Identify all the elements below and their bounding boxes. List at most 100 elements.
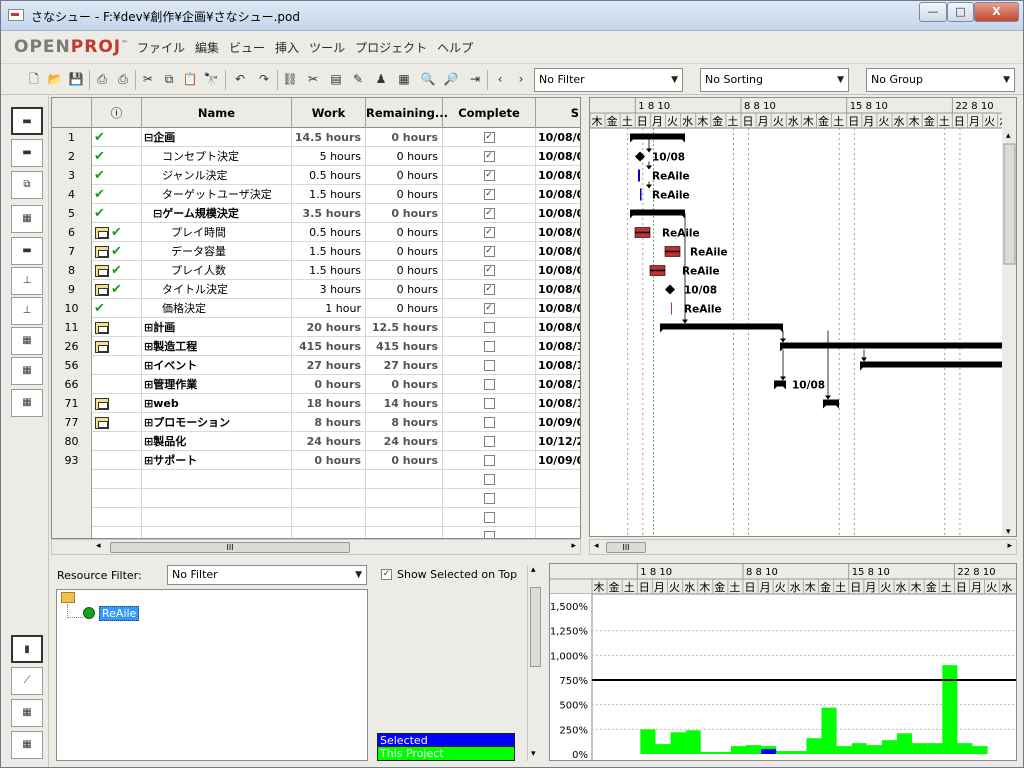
task-work[interactable]: 0.5 hours (292, 223, 366, 242)
task-start[interactable]: 10/08/01 (536, 223, 580, 242)
network-view-button[interactable]: ⧉ (11, 171, 43, 199)
task-name[interactable]: ⊞管理作業 (142, 375, 292, 394)
task-start[interactable]: 10/08/01 (536, 185, 580, 204)
summary-bar[interactable] (630, 133, 685, 140)
task-name[interactable]: ターゲットユーザ決定 (142, 185, 292, 204)
close-button[interactable]: X (974, 2, 1019, 22)
scroll-to-task-icon[interactable]: ⇥ (466, 70, 484, 88)
arrow-right-icon[interactable]: › (512, 70, 530, 88)
arrow-left-icon[interactable]: ‹ (491, 70, 509, 88)
scroll-right-icon[interactable]: ▸ (571, 541, 576, 551)
complete-checkbox[interactable]: ✓ (483, 264, 495, 276)
task-work[interactable]: 1.5 hours (292, 261, 366, 280)
table-row[interactable]: 56 ⊞イベント 27 hours 27 hours 10/08/1 (52, 356, 580, 375)
task-name[interactable]: プレイ時間 (142, 223, 292, 242)
summary-bar[interactable] (630, 209, 685, 216)
table-row[interactable]: 8 ✔ プレイ人数1.5 hours0 hours ✓ 10/08/02 (52, 261, 580, 280)
table-row[interactable]: 93 ⊞サポート 0 hours 0 hours 10/09/0 (52, 451, 580, 470)
task-remaining[interactable]: 0 hours (366, 261, 443, 280)
redo-icon[interactable]: ↷ (255, 70, 273, 88)
task-name[interactable]: ⊞プロモーション (142, 413, 292, 432)
task-work[interactable]: 3.5 hours (292, 204, 366, 223)
task-name[interactable]: ⊞web (142, 394, 292, 413)
empty-row[interactable] (52, 527, 580, 538)
empty-row[interactable] (52, 508, 580, 527)
task-work[interactable]: 0.5 hours (292, 166, 366, 185)
task-name[interactable]: ⊟企画 (142, 128, 292, 147)
task-start[interactable]: 10/08/0 (536, 318, 580, 337)
task-start[interactable]: 10/08/1 (536, 394, 580, 413)
table-row[interactable]: 80 ⊞製品化 24 hours 24 hours 10/12/2 (52, 432, 580, 451)
task-name[interactable]: ⊞計画 (142, 318, 292, 337)
task-work[interactable]: 1.5 hours (292, 185, 366, 204)
task-name[interactable]: ⊞製品化 (142, 432, 292, 451)
task-remaining[interactable]: 0 hours (366, 185, 443, 204)
task-bar[interactable] (640, 188, 642, 201)
task-name[interactable]: タイトル決定 (142, 280, 292, 299)
task-start[interactable]: 10/09/0 (536, 413, 580, 432)
complete-checkbox[interactable] (483, 492, 495, 504)
complete-checkbox[interactable]: ✓ (483, 302, 495, 314)
task-remaining[interactable]: 415 hours (366, 337, 443, 356)
task-start[interactable]: 10/08/1 (536, 356, 580, 375)
scroll-down-icon[interactable]: ▾ (531, 749, 536, 759)
complete-checkbox[interactable]: ✓ (483, 131, 495, 143)
table-row[interactable]: 66 ⊞管理作業 0 hours 0 hours 10/08/1 (52, 375, 580, 394)
complete-checkbox[interactable]: ✓ (483, 150, 495, 162)
scroll-thumb[interactable]: III (606, 542, 646, 553)
zoom-out-icon[interactable]: 🔎 (442, 70, 460, 88)
task-name[interactable]: データ容量 (142, 242, 292, 261)
task-remaining[interactable]: 0 hours (366, 166, 443, 185)
gantt-view-button[interactable]: ▬ (11, 107, 43, 135)
task-name[interactable]: プレイ人数 (142, 261, 292, 280)
table-row[interactable]: 1 ✔ ⊟企画 14.5 hours 0 hours ✓ 10/08/0 (52, 128, 580, 147)
col-complete-header[interactable]: Complete (443, 98, 536, 128)
menu-item-1[interactable]: 編集 (195, 39, 219, 56)
task-work[interactable]: 8 hours (292, 413, 366, 432)
open-folder-icon[interactable]: 📂 (46, 70, 64, 88)
scroll-up-icon[interactable]: ▴ (531, 565, 536, 575)
task-start[interactable]: 10/08/01 (536, 166, 580, 185)
scroll-thumb-v[interactable] (1003, 143, 1016, 265)
task-start[interactable]: 10/08/01 (536, 147, 580, 166)
no-subview-button[interactable]: ▦ (11, 699, 43, 727)
save-icon[interactable]: 💾 (67, 70, 85, 88)
maximize-button[interactable]: □ (947, 2, 974, 22)
task-start[interactable]: 10/12/2 (536, 432, 580, 451)
task-start[interactable]: 10/09/0 (536, 451, 580, 470)
wbs-view-button[interactable]: ⊥ (11, 267, 43, 295)
complete-checkbox[interactable]: ✓ (483, 169, 495, 181)
resource-item[interactable]: ReAile (99, 606, 140, 621)
task-start[interactable]: 10/08/1 (536, 337, 580, 356)
milestone-diamond[interactable] (665, 284, 675, 295)
task-remaining[interactable]: 24 hours (366, 432, 443, 451)
task-remaining[interactable]: 14 hours (366, 394, 443, 413)
zoom-in-icon[interactable]: 🔍 (419, 70, 437, 88)
task-work[interactable]: 27 hours (292, 356, 366, 375)
task-remaining[interactable]: 27 hours (366, 356, 443, 375)
table-row[interactable]: 10✔ 価格決定1 hour0 hours ✓ 10/08/03 (52, 299, 580, 318)
table-row[interactable]: 26 ⊞製造工程 415 hours 415 hours 10/08/1 (52, 337, 580, 356)
col-remaining-header[interactable]: Remaining... (366, 98, 448, 128)
col-name-header[interactable]: Name (142, 98, 292, 128)
task-work[interactable]: 20 hours (292, 318, 366, 337)
menu-item-2[interactable]: ビュー (229, 39, 265, 56)
task-usage-view-button[interactable]: ▦ (11, 357, 43, 385)
task-work[interactable]: 18 hours (292, 394, 366, 413)
task-work[interactable]: 24 hours (292, 432, 366, 451)
assign-resource-icon[interactable]: ♟ (372, 70, 390, 88)
task-remaining[interactable]: 0 hours (366, 280, 443, 299)
notes-icon[interactable]: ✎ (349, 70, 367, 88)
empty-row[interactable] (52, 470, 580, 489)
task-work[interactable]: 3 hours (292, 280, 366, 299)
resource-filter-select[interactable]: No Filter ▼ (167, 565, 367, 585)
task-start[interactable]: 10/08/03 (536, 299, 580, 318)
scroll-right-icon[interactable]: ▸ (1007, 541, 1012, 551)
complete-checkbox[interactable] (483, 435, 495, 447)
menu-item-0[interactable]: ファイル (137, 39, 185, 56)
wbs-gantt-view-button[interactable]: ▬ (11, 237, 43, 265)
empty-row[interactable] (52, 489, 580, 508)
gantt-h-scrollbar[interactable]: ◂ III ▸ (589, 539, 1017, 555)
task-remaining[interactable]: 0 hours (366, 242, 443, 261)
task-name[interactable]: ⊟ゲーム規模決定 (142, 204, 292, 223)
